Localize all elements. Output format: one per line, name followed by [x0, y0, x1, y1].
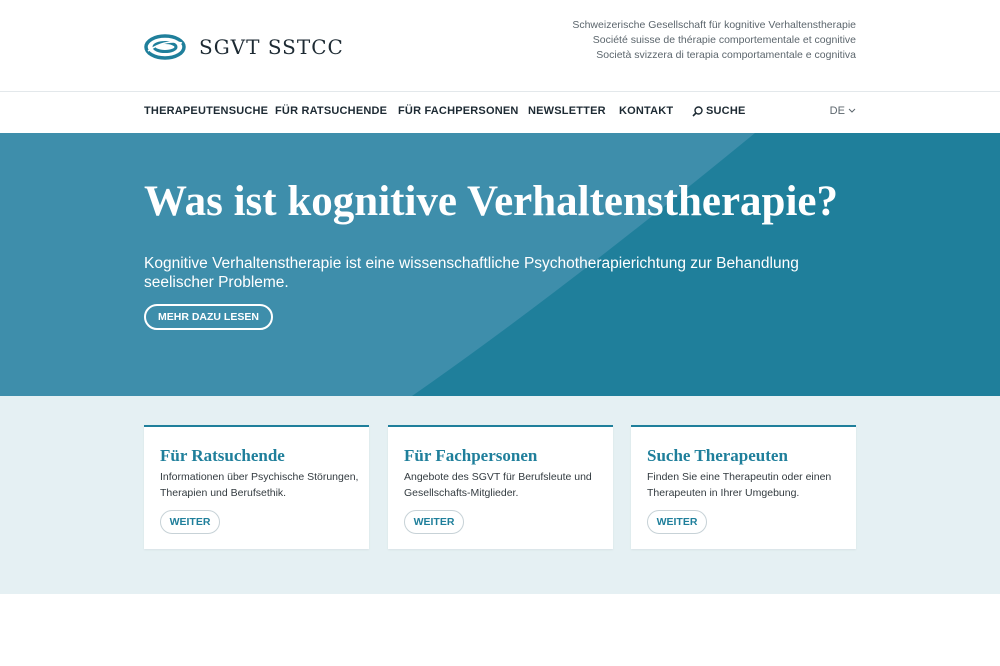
card-weiter-button[interactable]: WEITER [647, 510, 707, 534]
chevron-down-icon [848, 108, 856, 113]
nav-item-label: SUCHE [706, 105, 746, 117]
language-selector[interactable]: DE [830, 105, 856, 117]
search-icon [692, 105, 703, 117]
logo-icon [144, 34, 186, 60]
nav-item-kontakt[interactable]: KONTAKT [619, 105, 673, 117]
card-title: Suche Therapeuten [647, 446, 788, 465]
card-text: Informationen über Psychische Störungen,… [160, 471, 359, 499]
nav-item-therapeutensuche[interactable]: THERAPEUTENSUCHE [144, 105, 268, 117]
society-names: Schweizerische Gesellschaft für kognitiv… [572, 18, 856, 63]
card-weiter-button[interactable]: WEITER [404, 510, 464, 534]
card-title: Für Ratsuchende [160, 446, 285, 465]
card-weiter-button[interactable]: WEITER [160, 510, 220, 534]
main-nav: THERAPEUTENSUCHE FÜR RATSUCHENDE FÜR FAC… [0, 92, 1000, 133]
nav-item-newsletter[interactable]: NEWSLETTER [528, 105, 606, 117]
card-text: Angebote des SGVT für Berufsleute und Ge… [404, 471, 592, 499]
page-bottom [0, 594, 1000, 666]
language-label: DE [829, 105, 845, 117]
hero-text: Kognitive Verhaltenstherapie ist eine wi… [144, 255, 799, 291]
site-header: SGVT SSTCC Schweizerische Gesellschaft f… [0, 0, 1000, 92]
card-ratsuchende: Für Ratsuchende Informationen über Psych… [144, 425, 369, 549]
hero-title: Was ist kognitive Verhaltenstherapie? [144, 178, 839, 225]
card-fachpersonen: Für Fachpersonen Angebote des SGVT für B… [388, 425, 613, 549]
logo-text: SGVT SSTCC [199, 35, 344, 59]
nav-item-suche[interactable]: SUCHE [692, 105, 746, 117]
logo[interactable]: SGVT SSTCC [144, 34, 344, 60]
cards-section: Für Ratsuchende Informationen über Psych… [0, 396, 1000, 594]
card-text: Finden Sie eine Therapeutin oder einen T… [647, 471, 832, 499]
society-name-fr: Société suisse de thérapie comportementa… [592, 34, 856, 46]
card-suche-therapeuten: Suche Therapeuten Finden Sie eine Therap… [631, 425, 856, 549]
society-name-de: Schweizerische Gesellschaft für kognitiv… [572, 19, 856, 31]
card-title: Für Fachpersonen [404, 446, 538, 465]
nav-item-fuer-fachpersonen[interactable]: FÜR FACHPERSONEN [398, 105, 519, 117]
society-name-it: Società svizzera di terapia comportament… [596, 49, 856, 61]
read-more-button[interactable]: MEHR DAZU LESEN [144, 304, 273, 330]
hero-section: Was ist kognitive Verhaltenstherapie? Ko… [0, 133, 1000, 396]
nav-item-fuer-ratsuchende[interactable]: FÜR RATSUCHENDE [275, 105, 387, 117]
